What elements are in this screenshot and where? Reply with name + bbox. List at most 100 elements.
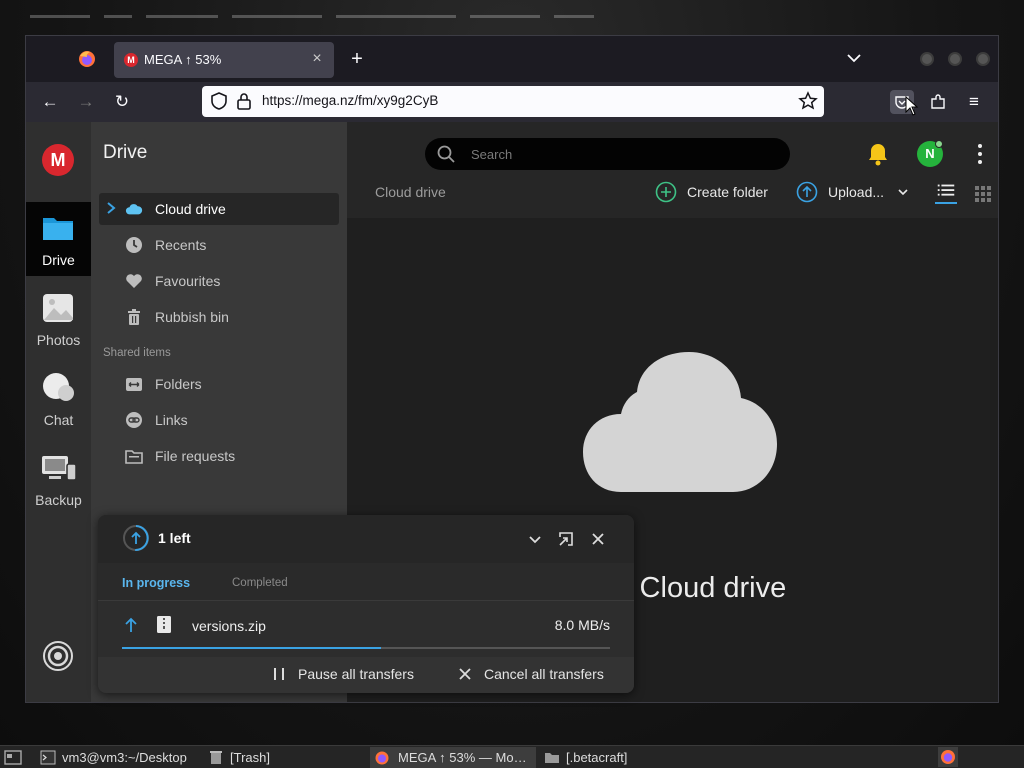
tab-mega[interactable]: M MEGA ↑ 53% × (114, 42, 334, 78)
sidebar-item-file-requests[interactable]: File requests (99, 440, 339, 472)
minimize-button[interactable] (920, 52, 934, 66)
top-bar: N Cloud drive Create folder Upload... (347, 122, 998, 218)
url-text: https://mega.nz/fm/xy9g2CyB (262, 93, 439, 108)
chevron-right-icon[interactable] (105, 201, 117, 215)
rail-label: Chat (43, 412, 74, 428)
firefox-icon (375, 751, 389, 765)
upload-progress-ring-icon (123, 525, 149, 552)
clock-icon (126, 237, 142, 253)
transfer-row[interactable]: versions.zip 8.0 MB/s (98, 602, 634, 654)
zip-file-icon (157, 616, 171, 633)
chat-bubble-icon (43, 373, 74, 401)
extensions-puzzle-icon[interactable] (926, 90, 950, 114)
more-options-icon[interactable] (975, 142, 985, 166)
show-desktop-icon[interactable] (4, 750, 22, 765)
chevron-down-icon[interactable] (844, 48, 864, 68)
bookmark-star-icon[interactable] (798, 91, 818, 111)
cloud-icon (125, 204, 143, 215)
pause-icon (274, 668, 284, 680)
taskbar-item-label: vm3@vm3:~/Desktop (62, 750, 187, 765)
firefox-tray-icon[interactable] (938, 747, 958, 767)
sidebar-item-label: Rubbish bin (155, 309, 229, 325)
tab-in-progress[interactable]: In progress (122, 576, 190, 590)
lock-icon[interactable] (236, 92, 252, 110)
breadcrumb[interactable]: Cloud drive (375, 184, 446, 200)
sidebar-item-label: Folders (155, 376, 202, 392)
firefox-pinned-tab-icon[interactable] (76, 48, 98, 70)
create-folder-label: Create folder (687, 184, 768, 200)
tab-completed[interactable]: Completed (232, 577, 288, 589)
sidebar-item-label: Links (155, 412, 188, 428)
mega-logo[interactable]: M (42, 144, 74, 176)
hamburger-menu-icon[interactable]: ≡ (962, 90, 986, 114)
sidebar-item-links[interactable]: Links (99, 404, 339, 436)
heart-icon (126, 274, 142, 288)
taskbar-item-label: MEGA ↑ 53% — Mo… (398, 750, 527, 765)
rail-item-drive[interactable]: Drive (26, 202, 91, 276)
transfer-header: 1 left (98, 515, 634, 563)
back-arrow-icon[interactable]: ← (38, 90, 62, 114)
taskbar-item-folder[interactable]: [.betacraft] (544, 747, 694, 768)
search-box[interactable] (425, 138, 790, 170)
close-icon[interactable] (589, 530, 607, 548)
plus-circle-icon (655, 181, 677, 203)
rail-item-photos[interactable]: Photos (26, 282, 91, 356)
online-status-dot (935, 140, 943, 148)
sidebar-item-rubbish-bin[interactable]: Rubbish bin (99, 301, 339, 333)
sidebar-item-recents[interactable]: Recents (99, 229, 339, 261)
navigation-toolbar: ← → ↻ https://mega.nz/fm/xy9g2CyB ≡ (26, 82, 998, 122)
sidebar-title: Drive (103, 142, 148, 163)
sidebar-item-label: Cloud drive (155, 201, 226, 217)
sidebar-item-label: File requests (155, 448, 236, 464)
empty-state-text: y Cloud drive (617, 572, 787, 604)
shared-items-heading: Shared items (103, 347, 171, 359)
close-icon (459, 668, 471, 680)
transfer-speed: 8.0 MB/s (554, 617, 610, 633)
close-tab-icon[interactable]: × (308, 50, 326, 68)
expand-window-icon[interactable] (557, 530, 575, 548)
folder-icon (43, 218, 73, 240)
chevron-down-icon[interactable] (526, 530, 544, 548)
sync-status-icon[interactable] (42, 640, 74, 672)
rail-item-backup[interactable]: Backup (26, 442, 91, 516)
upload-arrow-icon (796, 181, 818, 203)
forward-arrow-icon[interactable]: → (74, 90, 98, 114)
sidebar-item-cloud-drive[interactable]: Cloud drive (99, 193, 339, 225)
photos-icon (43, 294, 73, 322)
maximize-button[interactable] (948, 52, 962, 66)
empty-cloud-illustration (583, 352, 777, 492)
sidebar-item-label: Favourites (155, 273, 221, 289)
file-request-icon (125, 450, 143, 464)
upload-button[interactable]: Upload... (796, 179, 916, 207)
close-window-button[interactable] (976, 52, 990, 66)
new-tab-button[interactable]: + (346, 48, 368, 70)
transfer-footer: Pause all transfers Cancel all transfers (98, 657, 634, 693)
search-input[interactable] (471, 144, 771, 164)
app-rail: M Drive Photos Chat Backup (26, 122, 91, 702)
upload-label: Upload... (828, 184, 885, 200)
upload-arrow-icon (125, 617, 137, 632)
sidebar-item-favourites[interactable]: Favourites (99, 265, 339, 297)
shield-icon[interactable] (210, 92, 228, 110)
taskbar-item-trash[interactable]: [Trash] (208, 747, 358, 768)
transfer-manager: 1 left In progress Completed versions.zi… (98, 515, 634, 693)
rail-label: Backup (35, 492, 82, 508)
rail-item-chat[interactable]: Chat (26, 362, 91, 436)
tab-bar: M MEGA ↑ 53% × + (26, 36, 998, 82)
reload-icon[interactable]: ↻ (110, 90, 134, 114)
notification-bell-icon[interactable] (867, 142, 889, 166)
chevron-down-icon[interactable] (898, 187, 908, 197)
folder-icon (545, 753, 559, 763)
mouse-cursor-icon (905, 96, 919, 116)
transfer-tabs: In progress Completed (98, 563, 634, 601)
taskbar-item-firefox[interactable]: MEGA ↑ 53% — Mo… (370, 747, 536, 768)
pause-all-label: Pause all transfers (298, 666, 414, 682)
list-view-icon[interactable] (935, 180, 957, 204)
tab-title: MEGA ↑ 53% (144, 52, 222, 67)
address-bar[interactable]: https://mega.nz/fm/xy9g2CyB (202, 86, 824, 117)
backup-devices-icon (42, 456, 77, 481)
sidebar-item-shared-folders[interactable]: Folders (99, 368, 339, 400)
taskbar-item-terminal[interactable]: vm3@vm3:~/Desktop (40, 747, 200, 768)
grid-view-icon[interactable] (975, 186, 991, 202)
transfer-progress-bar (122, 647, 610, 649)
